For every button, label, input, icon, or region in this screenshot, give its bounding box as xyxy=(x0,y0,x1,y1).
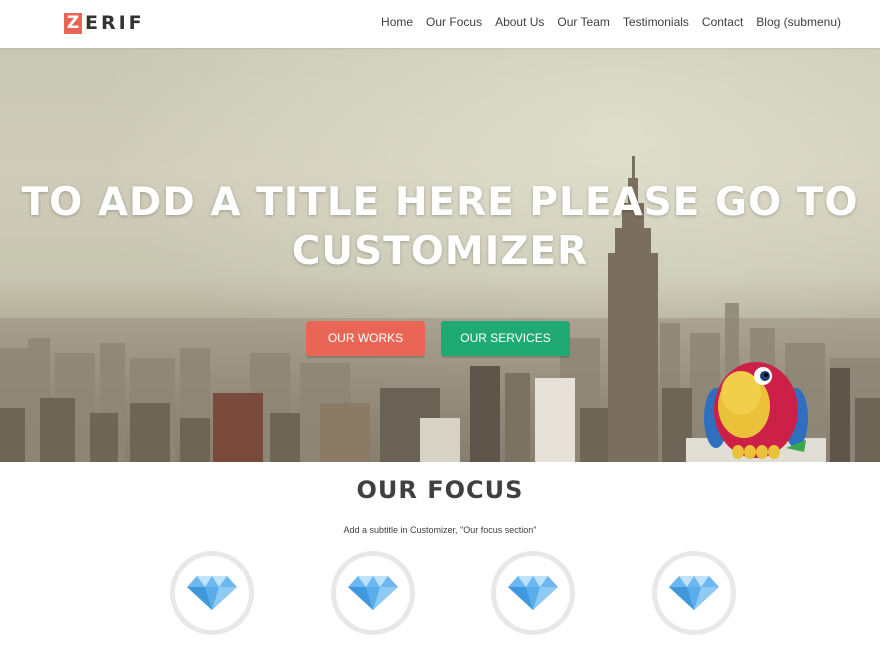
hero-section: TO ADD A TITLE HERE PLEASE GO TO CUSTOMI… xyxy=(0,48,880,462)
our-services-button[interactable]: OUR SERVICES xyxy=(441,321,570,356)
focus-item-1[interactable] xyxy=(170,551,254,635)
hero-title: TO ADD A TITLE HERE PLEASE GO TO CUSTOMI… xyxy=(21,180,859,274)
parrot-mascot-image xyxy=(686,362,826,462)
diamond-icon xyxy=(508,576,558,610)
our-focus-title: OUR FOCUS xyxy=(356,476,524,504)
diamond-icon xyxy=(669,576,719,610)
focus-item-2[interactable] xyxy=(331,551,415,635)
nav-home[interactable]: Home xyxy=(381,15,413,29)
focus-item-4[interactable] xyxy=(652,551,736,635)
our-focus-subtitle: Add a subtitle in Customizer, "Our focus… xyxy=(343,525,537,535)
nav-our-focus[interactable]: Our Focus xyxy=(426,15,482,29)
logo-z-mark: Z xyxy=(64,12,82,34)
site-header: Z ERIF Home Our Focus About Us Our Team T… xyxy=(0,0,880,48)
focus-item-3[interactable] xyxy=(491,551,575,635)
diamond-icon xyxy=(348,576,398,610)
nav-contact[interactable]: Contact xyxy=(702,15,743,29)
nav-our-team[interactable]: Our Team xyxy=(557,15,609,29)
nav-testimonials[interactable]: Testimonials xyxy=(623,15,689,29)
main-nav: Home Our Focus About Us Our Team Testimo… xyxy=(381,15,841,29)
nav-blog[interactable]: Blog (submenu) xyxy=(756,15,841,29)
our-works-button[interactable]: OUR WORKS xyxy=(306,321,425,356)
nav-about-us[interactable]: About Us xyxy=(495,15,544,29)
diamond-icon xyxy=(187,576,237,610)
site-logo[interactable]: Z ERIF xyxy=(64,12,145,34)
logo-text: ERIF xyxy=(85,12,145,34)
